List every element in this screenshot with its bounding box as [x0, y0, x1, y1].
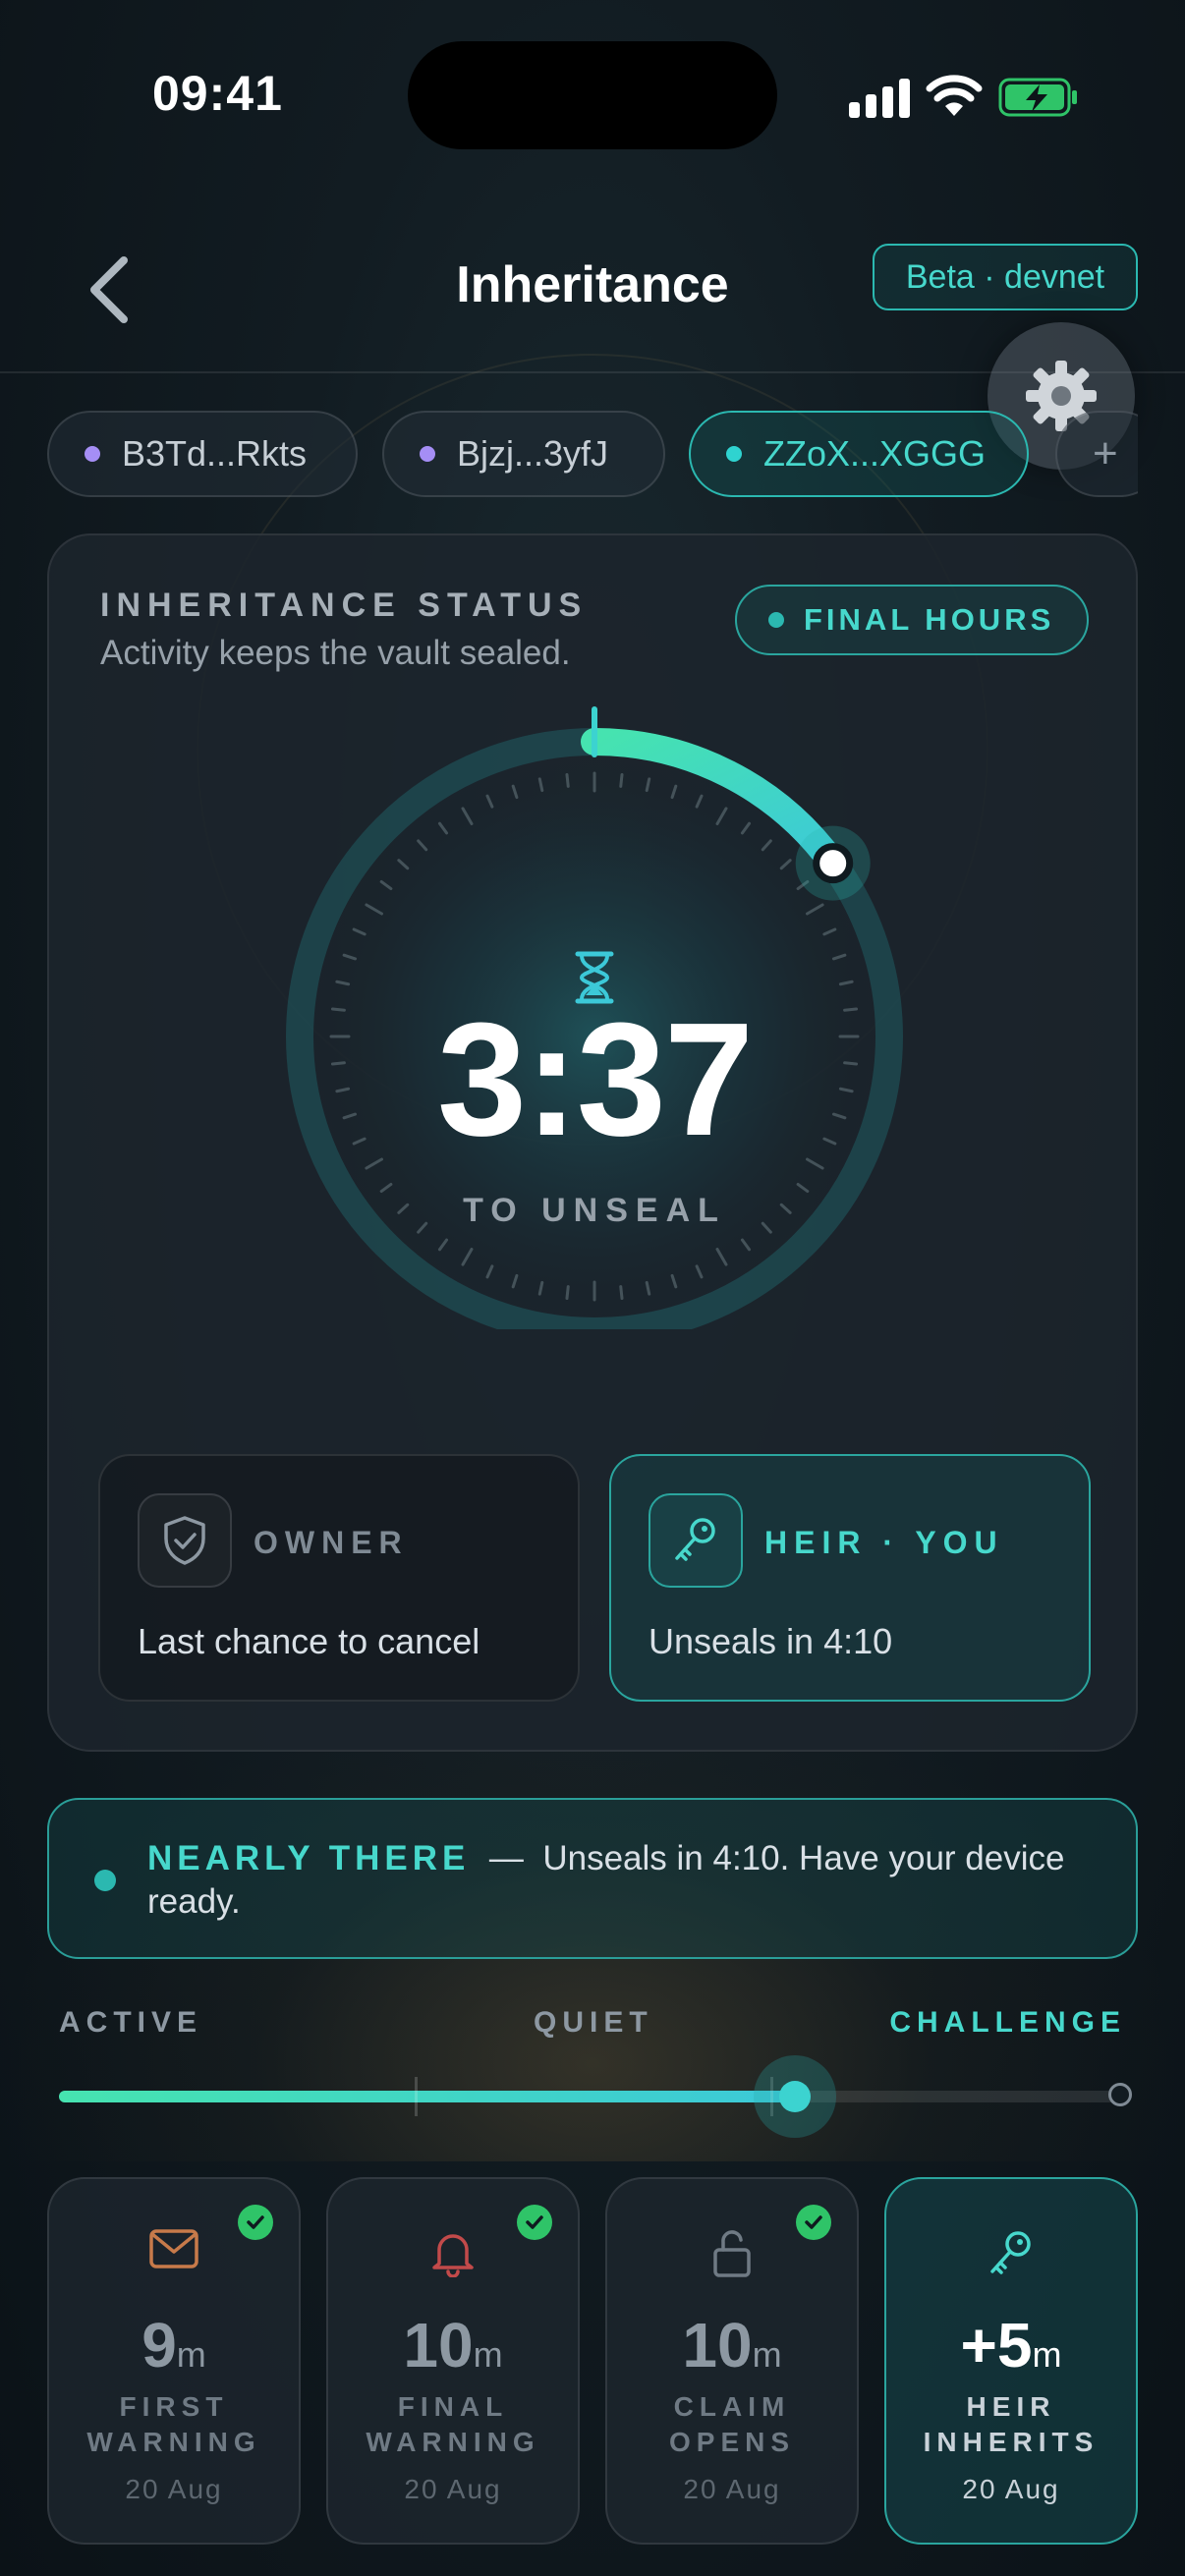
key-icon	[675, 1518, 715, 1561]
step-date: 20 Aug	[962, 2474, 1060, 2504]
phase-label-active: ACTIVE	[59, 2006, 203, 2039]
owner-icon-box	[138, 1493, 232, 1588]
step-duration: 9m	[141, 2310, 206, 2380]
notice-text: NEARLY THERE — Unseals in 4:10. Have you…	[147, 1837, 1071, 1924]
wifi-icon	[926, 75, 983, 116]
owner-role-card: OWNER Last chance to cancel	[98, 1454, 580, 1702]
timeline-step-first-warning: 9m FIRST WARNING 20 Aug	[47, 2177, 301, 2545]
notice-headline: NEARLY THERE	[147, 1839, 471, 1877]
owner-role-description: Last chance to cancel	[138, 1621, 480, 1661]
inheritance-status-card: INHERITANCE STATUS Activity keeps the va…	[47, 533, 1138, 1752]
cellular-signal-icon	[849, 77, 910, 118]
unlock-icon	[713, 2230, 751, 2277]
heir-role-description: Unseals in 4:10	[649, 1621, 893, 1661]
notice-separator: —	[488, 1839, 524, 1877]
heir-icon-box	[649, 1493, 743, 1588]
status-bar: 09:41	[0, 0, 1185, 187]
key-icon	[990, 2231, 1031, 2274]
wallet-chip[interactable]: Bjzj...3yfJ	[382, 411, 665, 497]
countdown-value: 3:37	[436, 989, 754, 1169]
phase-divider	[415, 2077, 418, 2116]
heir-role-card: HEIR · YOU Unseals in 4:10	[609, 1454, 1091, 1702]
wallet-chip[interactable]: B3Td...Rkts	[47, 411, 358, 497]
heir-role-title: HEIR · YOU	[764, 1525, 1004, 1560]
wallet-chip-label: B3Td...Rkts	[122, 433, 308, 474]
shield-check-icon	[164, 1516, 205, 1565]
step-date: 20 Aug	[683, 2474, 781, 2504]
phase-labels: ACTIVE QUIET CHALLENGE	[59, 2006, 1126, 2045]
step-date: 20 Aug	[404, 2474, 502, 2504]
phase-track-end	[1108, 2083, 1132, 2106]
card-heading: INHERITANCE STATUS	[100, 587, 589, 624]
wallet-color-dot	[420, 446, 435, 462]
step-label: HEIR INHERITS	[923, 2391, 1100, 2457]
battery-charging-icon	[998, 78, 1077, 117]
phase-label-challenge: CHALLENGE	[889, 2006, 1126, 2039]
phase-badge-dot	[768, 612, 784, 628]
bell-icon	[432, 2234, 474, 2277]
wallet-selector: B3Td...Rkts Bjzj...3yfJ ZZoX...XGGG +	[47, 411, 1138, 497]
step-duration: 10m	[403, 2310, 503, 2380]
timeline-step-claim-opens: 10m CLAIM OPENS 20 Aug	[605, 2177, 859, 2545]
add-wallet-button[interactable]: +	[1055, 411, 1138, 497]
wallet-chip-label: ZZoX...XGGG	[763, 433, 987, 474]
countdown-label: TO UNSEAL	[463, 1192, 726, 1229]
step-duration: +5m	[960, 2310, 1062, 2380]
step-duration: 10m	[682, 2310, 782, 2380]
countdown-center: 3:37 TO UNSEAL	[282, 704, 907, 1329]
dynamic-island	[408, 41, 777, 149]
step-label: FINAL WARNING	[366, 2391, 540, 2457]
phase-progress-track	[59, 2055, 1132, 2138]
step-date: 20 Aug	[125, 2474, 223, 2504]
status-notice: NEARLY THERE — Unseals in 4:10. Have you…	[47, 1798, 1138, 1959]
wallet-color-dot	[726, 446, 742, 462]
notice-dot	[94, 1870, 116, 1891]
network-badge: Beta · devnet	[873, 244, 1138, 310]
status-time: 09:41	[152, 66, 283, 121]
timeline-step-final-warning: 10m FINAL WARNING 20 Aug	[326, 2177, 580, 2545]
phase-badge: FINAL HOURS	[735, 585, 1089, 655]
wallet-color-dot	[85, 446, 100, 462]
phase-badge-label: FINAL HOURS	[804, 602, 1055, 637]
card-subtitle: Activity keeps the vault sealed.	[100, 634, 571, 672]
step-label: CLAIM OPENS	[668, 2391, 796, 2457]
step-label: FIRST WARNING	[86, 2391, 261, 2457]
wallet-chip-active[interactable]: ZZoX...XGGG	[689, 411, 1029, 497]
phase-progress-fill	[59, 2091, 796, 2102]
phase-label-quiet: QUIET	[534, 2006, 653, 2039]
envelope-icon	[149, 2229, 198, 2268]
wallet-chip-label: Bjzj...3yfJ	[457, 433, 609, 474]
owner-role-title: OWNER	[254, 1525, 409, 1560]
timeline-step-heir-inherits: +5m HEIR INHERITS 20 Aug	[884, 2177, 1138, 2545]
